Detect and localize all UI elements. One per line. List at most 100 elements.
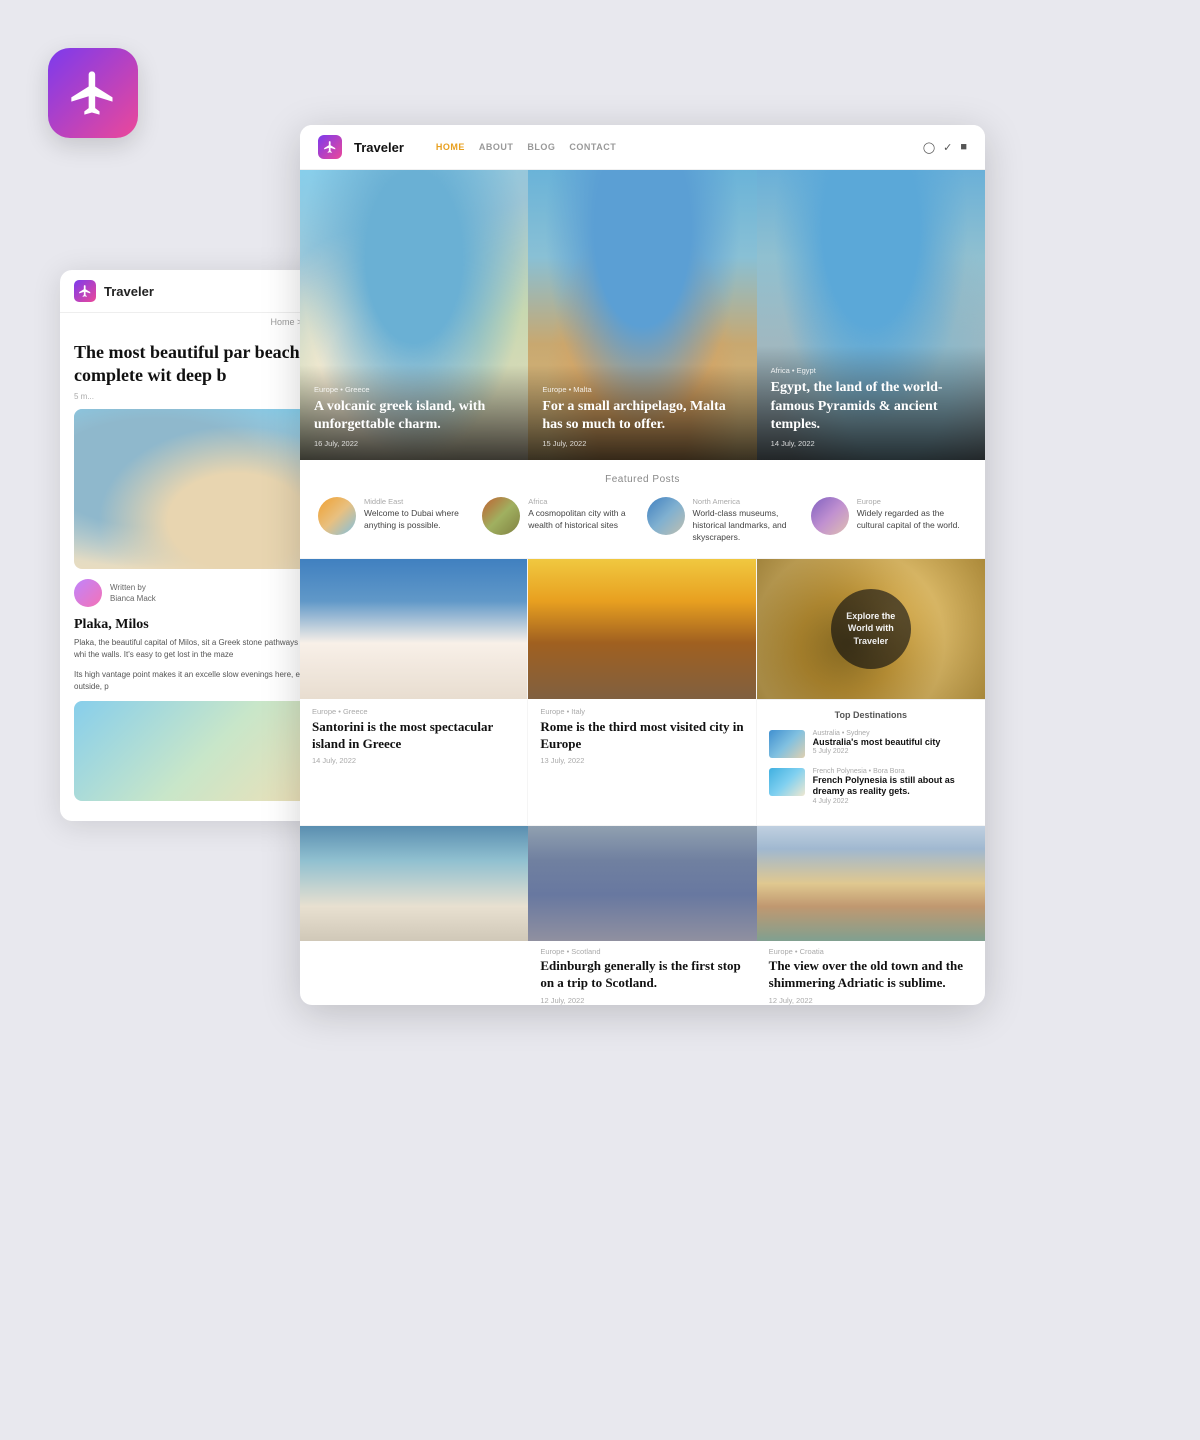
posts-grid: Europe • Greece Santorini is the most sp… bbox=[300, 559, 985, 825]
featured-europe-desc: Widely regarded as the cultural capital … bbox=[857, 508, 967, 532]
hero-card-malta[interactable]: Europe • Malta For a small archipelago, … bbox=[528, 170, 756, 460]
bottom-grid: Europe • Scotland Edinburgh generally is… bbox=[300, 825, 985, 1005]
edinburgh-title: Edinburgh generally is the first stop on… bbox=[528, 958, 756, 992]
bg-plane-icon bbox=[78, 284, 92, 298]
featured-item-dubai[interactable]: Middle East Welcome to Dubai where anyth… bbox=[318, 497, 474, 544]
featured-item-africa[interactable]: Africa A cosmopolitan city with a wealth… bbox=[482, 497, 638, 544]
hero-greece-title: A volcanic greek island, with unforgetta… bbox=[314, 398, 514, 434]
santorini-date: 14 July, 2022 bbox=[300, 756, 527, 765]
bora-title: French Polynesia is still about as dream… bbox=[813, 775, 973, 798]
featured-section: Featured Posts Middle East Welcome to Du… bbox=[300, 460, 985, 559]
post-card-rome[interactable]: Europe • Italy Rome is the third most vi… bbox=[528, 559, 756, 825]
explore-text: Explore the World with Traveler bbox=[839, 610, 903, 648]
bg-card-logo bbox=[74, 280, 96, 302]
featured-dubai-region: Middle East bbox=[364, 497, 474, 506]
bottom-post-edinburgh[interactable]: Europe • Scotland Edinburgh generally is… bbox=[528, 826, 756, 1005]
nav-brand-name: Traveler bbox=[354, 140, 404, 155]
navigation: Traveler HOME ABOUT BLOG CONTACT ◯ ✓ ■ bbox=[300, 125, 985, 170]
edinburgh-date: 12 July, 2022 bbox=[528, 996, 756, 1005]
bg-card-author-text: Written byBianca Mack bbox=[110, 582, 156, 604]
hero-card-greece[interactable]: Europe • Greece A volcanic greek island,… bbox=[300, 170, 528, 460]
sydney-date: 5 July 2022 bbox=[813, 748, 973, 755]
featured-europe-region: Europe bbox=[857, 497, 967, 506]
nav-link-about[interactable]: ABOUT bbox=[479, 142, 514, 152]
nav-link-blog[interactable]: BLOG bbox=[527, 142, 555, 152]
edinburgh-region: Europe • Scotland bbox=[528, 941, 756, 958]
bora-info: French Polynesia • Bora Bora French Poly… bbox=[813, 768, 973, 805]
post-card-santorini[interactable]: Europe • Greece Santorini is the most sp… bbox=[300, 559, 528, 825]
featured-grid: Middle East Welcome to Dubai where anyth… bbox=[318, 497, 967, 544]
sydney-info: Australia • Sydney Australia's most beau… bbox=[813, 730, 973, 756]
sydney-title: Australia's most beautiful city bbox=[813, 737, 973, 749]
nav-link-home[interactable]: HOME bbox=[436, 142, 465, 152]
hero-malta-overlay: Europe • Malta For a small archipelago, … bbox=[528, 365, 756, 460]
edinburgh-image bbox=[528, 826, 756, 941]
featured-item-na[interactable]: North America World-class museums, histo… bbox=[647, 497, 803, 544]
hero-card-egypt[interactable]: Africa • Egypt Egypt, the land of the wo… bbox=[757, 170, 985, 460]
bora-thumb bbox=[769, 768, 805, 796]
hero-egypt-title: Egypt, the land of the world-famous Pyra… bbox=[771, 379, 971, 434]
hero-egypt-overlay: Africa • Egypt Egypt, the land of the wo… bbox=[757, 346, 985, 460]
dubrovnik-region: Europe • Croatia bbox=[757, 941, 985, 958]
app-icon bbox=[48, 48, 138, 138]
top-destinations-title: Top Destinations bbox=[769, 710, 973, 720]
nav-social-icons: ◯ ✓ ■ bbox=[923, 141, 967, 154]
bora-date: 4 July 2022 bbox=[813, 798, 973, 805]
featured-section-title: Featured Posts bbox=[318, 474, 967, 485]
rome-image bbox=[528, 559, 755, 699]
featured-item-europe[interactable]: Europe Widely regarded as the cultural c… bbox=[811, 497, 967, 544]
nav-plane-icon bbox=[323, 140, 337, 154]
featured-europe-thumb bbox=[811, 497, 849, 535]
nav-links: HOME ABOUT BLOG CONTACT bbox=[436, 142, 616, 152]
rome-region: Europe • Italy bbox=[528, 707, 755, 716]
dubrovnik-date: 12 July, 2022 bbox=[757, 996, 985, 1005]
featured-africa-thumb bbox=[482, 497, 520, 535]
hero-greece-category: Europe • Greece bbox=[314, 385, 514, 394]
nav-logo bbox=[318, 135, 342, 159]
featured-na-desc: World-class museums, historical landmark… bbox=[693, 508, 803, 544]
featured-europe-info: Europe Widely regarded as the cultural c… bbox=[857, 497, 967, 532]
nav-link-contact[interactable]: CONTACT bbox=[569, 142, 616, 152]
hero-greece-overlay: Europe • Greece A volcanic greek island,… bbox=[300, 365, 528, 460]
featured-africa-info: Africa A cosmopolitan city with a wealth… bbox=[528, 497, 638, 532]
dubrovnik-image bbox=[757, 826, 985, 941]
bottom-post-milos[interactable] bbox=[300, 826, 528, 1005]
sydney-region: Australia • Sydney bbox=[813, 730, 973, 737]
santorini-image bbox=[300, 559, 527, 699]
hero-malta-date: 15 July, 2022 bbox=[542, 439, 742, 448]
santorini-title: Santorini is the most spectacular island… bbox=[300, 719, 527, 753]
dest-item-bora[interactable]: French Polynesia • Bora Bora French Poly… bbox=[769, 768, 973, 805]
featured-na-region: North America bbox=[693, 497, 803, 506]
explore-image: Explore the World with Traveler bbox=[757, 559, 985, 699]
milos-bottom-image bbox=[300, 826, 528, 941]
featured-dubai-thumb bbox=[318, 497, 356, 535]
bottom-post-dubrovnik[interactable]: Europe • Croatia The view over the old t… bbox=[757, 826, 985, 1005]
top-destinations: Top Destinations Australia • Sydney Aust… bbox=[757, 699, 985, 825]
plane-icon bbox=[67, 67, 119, 119]
sidebar-card: Explore the World with Traveler Top Dest… bbox=[757, 559, 985, 825]
sydney-thumb bbox=[769, 730, 805, 758]
featured-africa-region: Africa bbox=[528, 497, 638, 506]
main-browser-card: Traveler HOME ABOUT BLOG CONTACT ◯ ✓ ■ E… bbox=[300, 125, 985, 1005]
dest-item-sydney[interactable]: Australia • Sydney Australia's most beau… bbox=[769, 730, 973, 758]
hero-egypt-date: 14 July, 2022 bbox=[771, 439, 971, 448]
bg-card-brand: Traveler bbox=[104, 284, 154, 299]
dubrovnik-title: The view over the old town and the shimm… bbox=[757, 958, 985, 992]
featured-africa-desc: A cosmopolitan city with a wealth of his… bbox=[528, 508, 638, 532]
twitter-icon[interactable]: ✓ bbox=[943, 141, 952, 154]
hero-egypt-category: Africa • Egypt bbox=[771, 366, 971, 375]
hero-grid: Europe • Greece A volcanic greek island,… bbox=[300, 170, 985, 460]
featured-dubai-info: Middle East Welcome to Dubai where anyth… bbox=[364, 497, 474, 532]
featured-na-info: North America World-class museums, histo… bbox=[693, 497, 803, 544]
rome-title: Rome is the third most visited city in E… bbox=[528, 719, 755, 753]
hero-greece-date: 16 July, 2022 bbox=[314, 439, 514, 448]
santorini-region: Europe • Greece bbox=[300, 707, 527, 716]
hero-malta-title: For a small archipelago, Malta has so mu… bbox=[542, 398, 742, 434]
featured-na-thumb bbox=[647, 497, 685, 535]
facebook-icon[interactable]: ■ bbox=[960, 141, 967, 154]
bora-region: French Polynesia • Bora Bora bbox=[813, 768, 973, 775]
featured-dubai-desc: Welcome to Dubai where anything is possi… bbox=[364, 508, 474, 532]
rome-date: 13 July, 2022 bbox=[528, 756, 755, 765]
bg-card-avatar bbox=[74, 579, 102, 607]
instagram-icon[interactable]: ◯ bbox=[923, 141, 935, 154]
